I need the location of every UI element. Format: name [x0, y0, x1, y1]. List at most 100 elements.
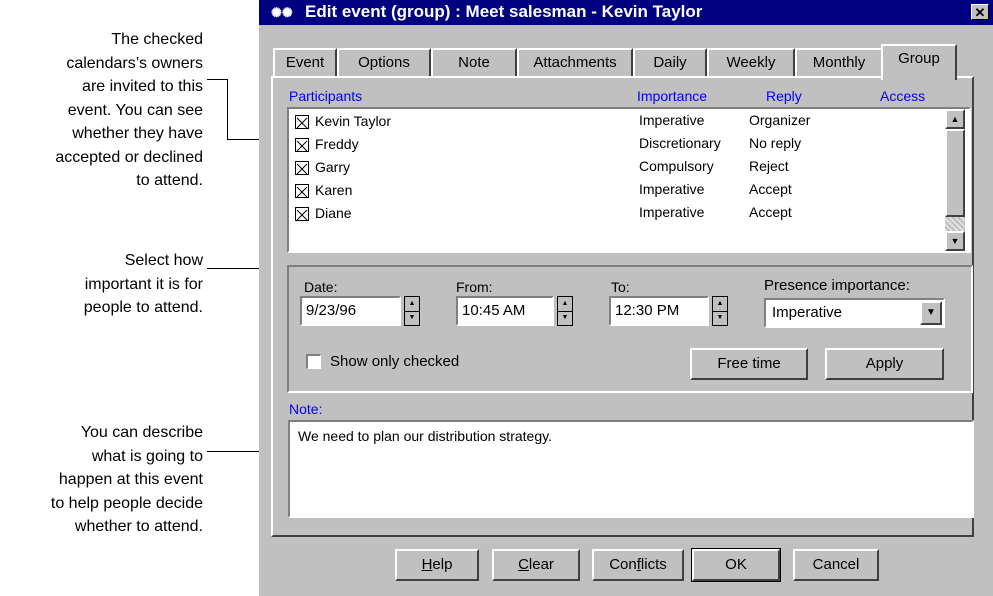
conflicts-button[interactable]: Conflicts: [592, 549, 684, 581]
annotation-importance: Select how important it is for people to…: [84, 249, 203, 320]
presence-importance-label: Presence importance:: [764, 277, 910, 294]
spin-down-icon[interactable]: ▼: [405, 311, 419, 325]
participant-name: Garry: [315, 159, 350, 175]
apply-button[interactable]: Apply: [825, 348, 944, 380]
show-only-checked-label: Show only checked: [330, 353, 460, 370]
annotation-line: whether to attend.: [74, 518, 203, 535]
participant-importance: Imperative: [639, 181, 705, 197]
participants-list[interactable]: Kevin Taylor Imperative Organizer Freddy…: [287, 107, 971, 253]
window-title: Edit event (group) : Meet salesman - Kev…: [305, 2, 703, 21]
date-field[interactable]: 9/23/96: [300, 296, 401, 326]
annotation-line: event. You can see: [67, 101, 203, 119]
list-item[interactable]: Karen Imperative Accept: [291, 180, 941, 203]
checked-checkbox[interactable]: [295, 207, 309, 221]
presence-importance-select[interactable]: Imperative ▼: [764, 298, 945, 328]
annotation-participants: The checked calendars’s owners are invit…: [55, 28, 203, 193]
spin-down-icon[interactable]: ▼: [558, 311, 572, 325]
tab-weekly[interactable]: Weekly: [707, 48, 795, 76]
header-access: Access: [880, 88, 926, 104]
date-label: Date:: [304, 279, 338, 295]
annotation-line: are invited to this: [82, 78, 203, 95]
clear-label: lear: [528, 556, 554, 573]
tab-note[interactable]: Note: [431, 48, 517, 76]
tab-daily[interactable]: Daily: [633, 48, 707, 76]
participant-reply: No reply: [749, 135, 802, 151]
header-participants: Participants: [289, 88, 363, 104]
ok-button[interactable]: OK: [691, 548, 781, 582]
annotation-line: Select how: [124, 252, 203, 269]
tab-monthly[interactable]: Monthly: [795, 48, 883, 76]
checked-checkbox[interactable]: [295, 161, 309, 175]
scroll-down-button[interactable]: ▼: [945, 231, 965, 251]
participant-name: Diane: [315, 205, 352, 221]
title-bar: ✺✺ Edit event (group) : Meet salesman - …: [259, 0, 993, 25]
from-time-spinner[interactable]: ▲ ▼: [557, 296, 573, 326]
cancel-button[interactable]: Cancel: [793, 549, 879, 581]
annotation-line: The checked: [111, 31, 203, 48]
help-label: elp: [432, 556, 453, 573]
checked-checkbox[interactable]: [295, 184, 309, 198]
list-item[interactable]: Garry Compulsory Reject: [291, 157, 941, 180]
header-reply: Reply: [766, 88, 802, 104]
annotation-line: whether they have: [72, 125, 203, 142]
annotation-line: accepted or declined: [55, 148, 203, 166]
participant-name: Freddy: [315, 136, 359, 152]
spin-up-icon[interactable]: ▲: [405, 297, 419, 312]
tab-event[interactable]: Event: [273, 48, 337, 76]
participant-reply: Reject: [749, 158, 789, 174]
help-button[interactable]: Help: [395, 549, 479, 581]
close-button[interactable]: ✕: [971, 4, 989, 20]
leader-line: [207, 79, 227, 80]
note-label: Note:: [289, 401, 323, 417]
annotation-line: happen at this event: [58, 471, 203, 488]
scroll-thumb[interactable]: [945, 129, 965, 217]
spin-up-icon[interactable]: ▲: [713, 297, 727, 312]
checked-checkbox[interactable]: [295, 138, 309, 152]
participant-importance: Imperative: [639, 204, 705, 220]
to-time-field[interactable]: 12:30 PM: [609, 296, 709, 326]
chevron-down-icon[interactable]: ▼: [920, 301, 942, 325]
from-label: From:: [456, 279, 493, 295]
note-textarea[interactable]: We need to plan our distribution strateg…: [288, 420, 974, 518]
to-label: To:: [611, 279, 630, 295]
list-item[interactable]: Freddy Discretionary No reply: [291, 134, 941, 157]
tab-attachments[interactable]: Attachments: [517, 48, 633, 76]
spin-down-icon[interactable]: ▼: [713, 311, 727, 325]
annotation-line: what is going to: [91, 447, 203, 465]
annotation-line: people to attend.: [83, 299, 203, 316]
date-spinner[interactable]: ▲ ▼: [404, 296, 420, 326]
annotation-line: to attend.: [136, 172, 203, 189]
participant-name: Kevin Taylor: [315, 113, 392, 129]
tab-group[interactable]: Group: [881, 44, 957, 80]
tab-options[interactable]: Options: [337, 48, 431, 76]
help-mnemonic: H: [421, 556, 433, 573]
annotation-line: You can describe: [80, 424, 203, 441]
conflicts-label-start: Con: [609, 556, 637, 573]
list-item[interactable]: Diane Imperative Accept: [291, 203, 941, 226]
annotation-note: You can describe what is going to happen…: [51, 421, 203, 539]
annotation-line: important it is for: [84, 275, 203, 293]
participant-reply: Organizer: [749, 112, 811, 128]
scroll-up-button[interactable]: ▲: [945, 109, 965, 129]
participant-reply: Accept: [749, 181, 792, 197]
clear-button[interactable]: Clear: [492, 549, 580, 581]
participant-importance: Imperative: [639, 112, 705, 128]
to-time-spinner[interactable]: ▲ ▼: [712, 296, 728, 326]
app-icon: ✺✺: [271, 5, 293, 20]
presence-importance-value: Imperative: [772, 304, 843, 321]
participant-importance: Compulsory: [639, 158, 714, 174]
list-item[interactable]: Kevin Taylor Imperative Organizer: [291, 111, 941, 134]
leader-line: [227, 79, 228, 139]
header-importance: Importance: [637, 88, 708, 104]
show-only-checked-checkbox[interactable]: [306, 354, 321, 369]
spin-up-icon[interactable]: ▲: [558, 297, 572, 312]
participant-importance: Discretionary: [639, 135, 721, 151]
annotation-line: to help people decide: [50, 494, 203, 512]
participant-reply: Accept: [749, 204, 792, 220]
free-time-button[interactable]: Free time: [690, 348, 808, 380]
checked-checkbox[interactable]: [295, 115, 309, 129]
scroll-track[interactable]: [945, 217, 965, 231]
clear-mnemonic: C: [518, 556, 529, 573]
from-time-field[interactable]: 10:45 AM: [456, 296, 554, 326]
vertical-scrollbar[interactable]: ▲ ▼: [945, 109, 965, 251]
